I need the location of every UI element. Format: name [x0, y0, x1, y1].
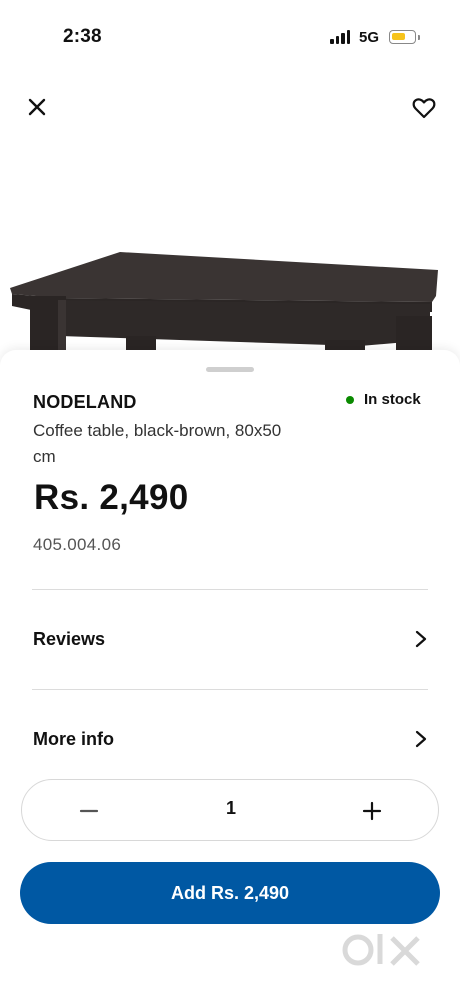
sheet-drag-handle[interactable] [206, 367, 254, 372]
network-type: 5G [359, 29, 380, 46]
reviews-row[interactable]: Reviews [33, 619, 428, 659]
chevron-right-icon [415, 630, 427, 648]
reviews-label: Reviews [33, 628, 106, 649]
battery-nub [417, 34, 420, 40]
olx-watermark-logo [342, 934, 420, 966]
status-bar: 2:38 5G [0, 0, 460, 76]
add-to-cart-button[interactable]: Add Rs. 2,490 [20, 862, 440, 924]
product-price: Rs. 2,490 [34, 478, 189, 517]
signal-icon [330, 30, 350, 44]
stock-dot-icon [346, 395, 354, 404]
product-image-area [0, 76, 460, 366]
close-icon[interactable] [24, 94, 50, 120]
product-image [10, 252, 438, 366]
product-description: Coffee table, black-brown, 80x50 cm [33, 421, 282, 466]
battery-level [392, 33, 405, 40]
divider [32, 689, 428, 690]
more-info-row[interactable]: More info [33, 719, 428, 759]
product-sheet: NODELAND Coffee table, black-brown, 80x5… [0, 350, 460, 1000]
battery-icon [389, 30, 420, 44]
chevron-right-icon [415, 730, 427, 748]
more-info-label: More info [33, 728, 114, 749]
article-number: 405.004.06 [33, 535, 122, 554]
divider [32, 589, 428, 590]
heart-outline-icon[interactable] [410, 94, 438, 122]
stock-status-text: In stock [364, 391, 421, 408]
quantity-stepper: 1 [21, 779, 439, 841]
status-time: 2:38 [63, 26, 102, 47]
plus-icon[interactable] [357, 796, 387, 826]
product-name: NODELAND [33, 392, 137, 412]
stock-status: In stock [346, 391, 421, 408]
